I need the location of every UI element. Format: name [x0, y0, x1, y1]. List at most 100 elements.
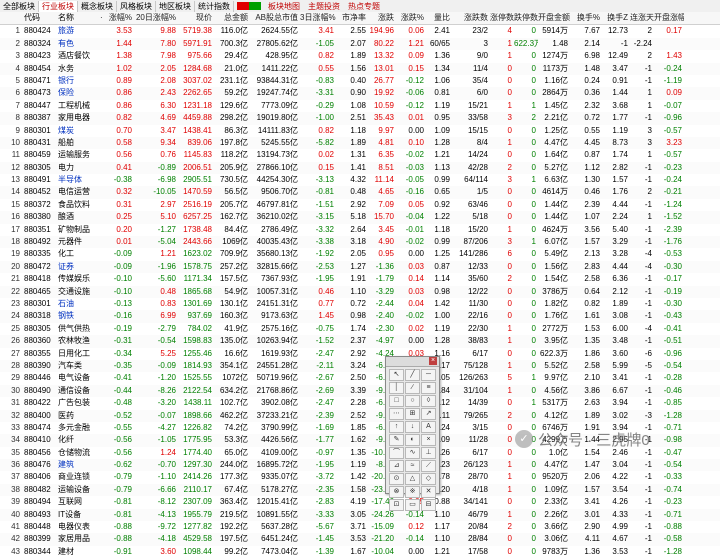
draw-tool-icon[interactable]: × [421, 434, 436, 446]
table-row[interactable]: 36 880476 建筑 -0.62 -0.70 1297.30 244.0亿 16895.7… [0, 459, 720, 472]
sector-name[interactable]: 传媒娱乐 [56, 273, 100, 285]
sector-name[interactable]: 证券 [56, 261, 100, 273]
table-row[interactable]: 13 880491 半导体 -0.38 -6.98 2905.51 730.5亿 44254.… [0, 174, 720, 186]
tab-0[interactable]: 全部板块 [0, 0, 39, 12]
header-col-17[interactable]: 开盘金额 [538, 12, 570, 24]
table-row[interactable]: 21 880418 传媒娱乐 -0.10 -5.60 1171.34 157.5亿 7367.… [0, 273, 720, 285]
draw-tool-icon[interactable]: ↗ [421, 408, 436, 420]
sector-name[interactable]: 通信设备 [56, 385, 100, 397]
draw-tool-icon[interactable]: ⊗ [389, 486, 404, 498]
table-row[interactable]: 43 880344 建材 -0.91 3.60 1098.44 99.2亿 7473.04亿 -… [0, 546, 720, 558]
sector-name[interactable]: 食品饮料 [56, 199, 100, 211]
sector-name[interactable]: 运输服务 [56, 149, 100, 161]
draw-tool-icon[interactable]: ◇ [421, 473, 436, 485]
draw-tool-icon[interactable]: ⊙ [389, 473, 404, 485]
tab-right-1[interactable]: 主题投资 [304, 1, 344, 12]
sector-name[interactable]: 水务 [56, 63, 100, 75]
sector-name[interactable]: 电气设备 [56, 372, 100, 384]
sector-name[interactable]: 矿物制品 [56, 224, 100, 236]
sector-name[interactable]: 钢铁 [56, 310, 100, 322]
header-col-18[interactable]: 换手% [570, 12, 602, 24]
draw-tool-icon[interactable]: ⊞ [405, 408, 420, 420]
header-col-15[interactable]: 涨停数 [490, 12, 514, 24]
table-row[interactable]: 29 880446 电气设备 -0.41 -1.20 1525.55 1072亿 50719.… [0, 372, 720, 384]
sector-name[interactable]: 医药 [56, 410, 100, 422]
table-row[interactable]: 1 880424 旅游 3.53 9.88 5719.38 116.0亿 2624.55亿 3.… [0, 25, 720, 37]
header-col-7[interactable]: 总金额 [214, 12, 250, 24]
table-row[interactable]: 6 880473 保险 0.86 2.43 2262.65 59.2亿 19247.74亿 -3… [0, 87, 720, 100]
table-row[interactable]: 5 880471 银行 0.89 2.08 3037.02 231.1亿 93844.31亿 -… [0, 75, 720, 87]
table-row[interactable]: 20 880472 证券 -0.09 -1.96 1578.75 257.2亿 32815.6… [0, 260, 720, 274]
draw-tool-icon[interactable]: △ [405, 473, 420, 485]
draw-tool-icon[interactable]: ≈ [405, 460, 420, 472]
table-row[interactable]: 28 880390 汽车类 -0.35 -0.09 1814.93 354.1亿 24551.… [0, 359, 720, 373]
header-col-10[interactable]: 市净率 [336, 12, 368, 24]
draw-tool-icon[interactable]: ※ [405, 486, 420, 498]
sector-name[interactable]: 农林牧渔 [56, 335, 100, 347]
draw-tool-icon[interactable]: ∕ [405, 382, 420, 394]
table-row[interactable]: 42 880399 家居用品 -0.88 -4.18 4529.58 197.5亿 6451.… [0, 533, 720, 546]
header-col-5[interactable]: 20日涨幅% [134, 12, 178, 24]
draw-tool-icon[interactable]: ⌒ [389, 447, 404, 459]
sector-name[interactable]: 建筑 [56, 459, 100, 471]
sector-name[interactable]: 家用电器 [56, 112, 100, 124]
draw-tool-icon[interactable]: ↓ [405, 421, 420, 433]
draw-tool-icon[interactable]: │ [389, 382, 404, 394]
table-row[interactable]: 25 880305 供气供热 -0.19 -2.79 784.02 41.9亿 2575.16… [0, 323, 720, 335]
draw-tool-icon[interactable]: ∿ [405, 447, 420, 459]
header-col-1[interactable]: 代码 [22, 12, 56, 24]
table-row[interactable]: 2 880324 有色 1.44 7.80 5971.91 700.3亿 27805.62亿 -… [0, 37, 720, 51]
sector-name[interactable]: 半导体 [56, 174, 100, 186]
draw-tool-icon[interactable]: ⟋ [421, 460, 436, 472]
draw-tool-icon[interactable]: ⊿ [389, 460, 404, 472]
sector-name[interactable]: 汽车类 [56, 360, 100, 372]
draw-tool-icon[interactable]: ─ [421, 369, 436, 381]
draw-tool-icon[interactable]: A [421, 421, 436, 433]
sector-name[interactable]: 酒店餐饮 [56, 50, 100, 62]
tab-right-0[interactable]: 板块地图 [264, 1, 304, 12]
sector-name[interactable]: 日用化工 [56, 348, 100, 360]
sector-name[interactable]: 旅游 [56, 25, 100, 37]
table-row[interactable]: 3 880423 酒店餐饮 1.38 7.98 975.66 29.4亿 428.95亿 0.8… [0, 50, 720, 62]
table-row[interactable]: 41 880448 电器仪表 -0.88 -9.72 1277.82 192.2亿 5637.… [0, 521, 720, 533]
sector-name[interactable]: 银行 [56, 75, 100, 87]
table-row[interactable]: 4 880454 水务 1.02 2.05 1284.68 21.0亿 1411.22亿 0.5… [0, 62, 720, 75]
header-col-9[interactable]: 3日涨幅% [300, 12, 336, 24]
tab-1[interactable]: 行业板块 [39, 0, 78, 12]
table-row[interactable]: 11 880459 运输服务 0.56 0.76 1145.83 118.2亿 13194.7… [0, 149, 720, 161]
view-toggle[interactable] [237, 2, 261, 10]
table-row[interactable]: 40 880493 IT设备 -0.81 -4.13 1955.79 219.5亿 10891… [0, 508, 720, 522]
close-icon[interactable]: × [429, 357, 437, 365]
drawing-toolbox[interactable]: × ↖ ╱ ─ │ ∕ ≡ □ ○ ◊ ⋯ ⊞ ↗ ↑ ↓ A ✎ ◐ × ⌒ ∿ ⊥ ⊿ ≈ ⟋ ⊙ △ ◇ ⊗ ※ ✕ ⊡ ▭ ⊟ [385, 356, 440, 511]
table-row[interactable]: 19 880335 化工 -0.09 1.21 1623.02 709.9亿 35680.13… [0, 248, 720, 260]
table-row[interactable]: 18 880492 元器件 0.01 -5.04 2443.66 1069亿 40035.43… [0, 236, 720, 249]
tab-5[interactable]: 统计指数 [195, 0, 234, 12]
draw-tool-icon[interactable]: ⋯ [389, 408, 404, 420]
sector-name[interactable]: 供气供热 [56, 323, 100, 335]
table-row[interactable]: 23 880301 石油 -0.13 0.83 1301.69 130.1亿 24151.31… [0, 298, 720, 310]
header-col-21[interactable]: 开盘涨幅% [654, 12, 684, 24]
header-col-2[interactable]: 名称 [56, 12, 100, 24]
draw-tool-icon[interactable]: ≡ [421, 382, 436, 394]
header-col-6[interactable]: 现价 [178, 12, 214, 24]
sector-name[interactable]: 多元金融 [56, 422, 100, 434]
draw-tool-icon[interactable]: ⊥ [421, 447, 436, 459]
draw-tool-icon[interactable]: ✕ [421, 486, 436, 498]
draw-tool-icon[interactable]: □ [389, 395, 404, 407]
sector-name[interactable]: 煤炭 [56, 125, 100, 137]
table-row[interactable]: 10 880431 船舶 0.58 9.34 839.06 197.8亿 5245.55亿 -5… [0, 136, 720, 150]
draw-tool-icon[interactable]: ▭ [405, 499, 420, 511]
table-row[interactable]: 14 880452 电信运营 0.32 -10.05 1470.59 56.5亿 9506.7… [0, 186, 720, 199]
table-row[interactable]: 9 880301 煤炭 0.70 3.47 1438.41 86.3亿 14111.83亿 0.… [0, 125, 720, 137]
sector-name[interactable]: 石油 [56, 298, 100, 310]
sector-name[interactable]: 电信运营 [56, 186, 100, 198]
sector-name[interactable]: 家居用品 [56, 533, 100, 545]
draw-tool-icon[interactable]: ⊟ [421, 499, 436, 511]
toolbox-titlebar[interactable]: × [386, 357, 439, 367]
header-col-16[interactable]: 跌停数 [514, 12, 538, 24]
sector-name[interactable]: 船舶 [56, 137, 100, 149]
sector-name[interactable]: 商业连锁 [56, 471, 100, 483]
header-col-12[interactable]: 涨跌% [396, 12, 426, 24]
table-row[interactable]: 27 880355 日用化工 -0.34 5.25 1255.46 16.6亿 1619.93… [0, 348, 720, 360]
table-row[interactable]: 37 880406 商业连锁 -0.79 -1.10 2414.26 177.3亿 9335.… [0, 471, 720, 483]
